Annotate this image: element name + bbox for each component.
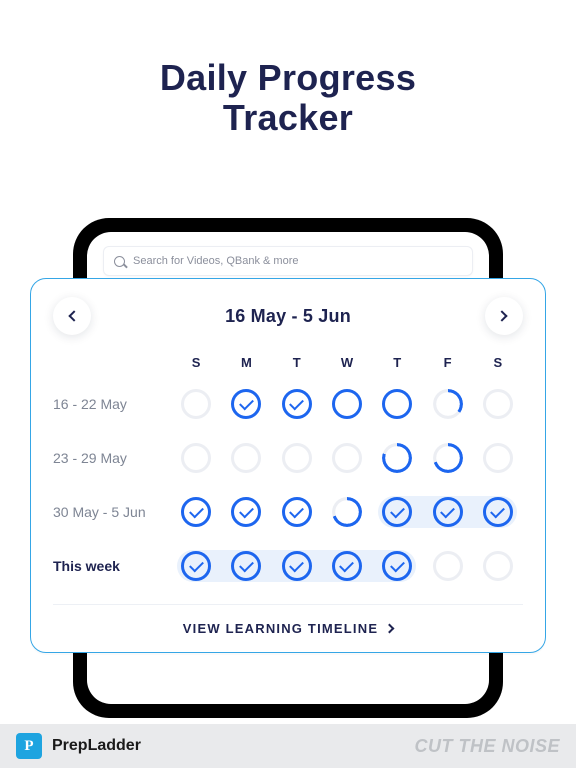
row-label: 16 - 22 May <box>53 396 171 412</box>
progress-cell[interactable] <box>221 384 271 424</box>
ring-empty <box>332 443 362 473</box>
progress-cell[interactable] <box>422 384 472 424</box>
check-icon <box>433 497 463 527</box>
progress-cell[interactable] <box>322 546 372 586</box>
ring-empty <box>282 443 312 473</box>
progress-arc <box>433 389 463 419</box>
progress-cell[interactable] <box>272 492 322 532</box>
check-icon <box>483 497 513 527</box>
day-header: T <box>372 355 422 370</box>
progress-cell[interactable] <box>272 384 322 424</box>
progress-cell[interactable] <box>322 384 372 424</box>
progress-cell[interactable] <box>322 438 372 478</box>
check-icon <box>231 551 261 581</box>
ring-empty <box>483 389 513 419</box>
footer-bar: P PrepLadder CUT THE NOISE <box>0 724 576 768</box>
progress-cell[interactable] <box>221 492 271 532</box>
day-header: T <box>272 355 322 370</box>
check-icon <box>282 551 312 581</box>
check-icon <box>282 389 312 419</box>
row-label: 23 - 29 May <box>53 450 171 466</box>
day-header: M <box>221 355 271 370</box>
day-header: S <box>473 355 523 370</box>
check-icon <box>382 551 412 581</box>
title-line-2: Tracker <box>0 98 576 138</box>
title-line-1: Daily Progress <box>0 58 576 98</box>
progress-cell[interactable] <box>221 438 271 478</box>
progress-cell[interactable] <box>372 384 422 424</box>
card-header: 16 May - 5 Jun <box>53 297 523 335</box>
row-label: 30 May - 5 Jun <box>53 504 171 520</box>
ring-empty <box>181 443 211 473</box>
ring-empty <box>483 551 513 581</box>
check-icon <box>231 389 261 419</box>
check-icon <box>382 497 412 527</box>
progress-cell[interactable] <box>473 546 523 586</box>
progress-cell[interactable] <box>372 492 422 532</box>
check-icon <box>181 497 211 527</box>
page-title: Daily Progress Tracker <box>0 0 576 137</box>
ring-full <box>332 389 362 419</box>
next-button[interactable] <box>485 297 523 335</box>
progress-cell[interactable] <box>473 438 523 478</box>
brand: P PrepLadder <box>16 733 141 759</box>
date-range: 16 May - 5 Jun <box>225 306 351 327</box>
row-label: This week <box>53 558 171 574</box>
day-header: F <box>422 355 472 370</box>
progress-cell[interactable] <box>171 492 221 532</box>
progress-cell[interactable] <box>171 384 221 424</box>
progress-cell[interactable] <box>422 546 472 586</box>
ring-empty <box>483 443 513 473</box>
progress-cell[interactable] <box>422 492 472 532</box>
tagline: CUT THE NOISE <box>414 736 560 757</box>
brand-name: PrepLadder <box>52 737 141 755</box>
check-icon <box>332 551 362 581</box>
progress-cell[interactable] <box>171 546 221 586</box>
progress-cell[interactable] <box>422 438 472 478</box>
search-input[interactable]: Search for Videos, QBank & more <box>103 246 473 276</box>
day-header: W <box>322 355 372 370</box>
chevron-right-icon <box>385 624 395 634</box>
brand-logo: P <box>16 733 42 759</box>
ring-full <box>382 389 412 419</box>
progress-cell[interactable] <box>372 546 422 586</box>
progress-arc <box>382 443 412 473</box>
progress-cell[interactable] <box>221 546 271 586</box>
check-icon <box>282 497 312 527</box>
prev-button[interactable] <box>53 297 91 335</box>
progress-cell[interactable] <box>473 384 523 424</box>
chevron-right-icon <box>497 310 508 321</box>
ring-empty <box>433 551 463 581</box>
divider <box>53 604 523 605</box>
timeline-link-label: VIEW LEARNING TIMELINE <box>183 621 378 636</box>
ring-empty <box>231 443 261 473</box>
day-header: S <box>171 355 221 370</box>
check-icon <box>181 551 211 581</box>
progress-arc <box>433 443 463 473</box>
progress-cell[interactable] <box>473 492 523 532</box>
ring-empty <box>181 389 211 419</box>
check-icon <box>231 497 261 527</box>
progress-grid: SMTWTFS16 - 22 May23 - 29 May30 May - 5 … <box>53 355 523 586</box>
search-placeholder: Search for Videos, QBank & more <box>133 255 299 267</box>
progress-cell[interactable] <box>322 492 372 532</box>
search-icon <box>114 256 125 267</box>
view-timeline-link[interactable]: VIEW LEARNING TIMELINE <box>53 617 523 638</box>
progress-cell[interactable] <box>171 438 221 478</box>
progress-cell[interactable] <box>272 546 322 586</box>
progress-card: 16 May - 5 Jun SMTWTFS16 - 22 May23 - 29… <box>30 278 546 653</box>
progress-cell[interactable] <box>272 438 322 478</box>
chevron-left-icon <box>68 310 79 321</box>
progress-cell[interactable] <box>372 438 422 478</box>
progress-arc <box>332 497 362 527</box>
